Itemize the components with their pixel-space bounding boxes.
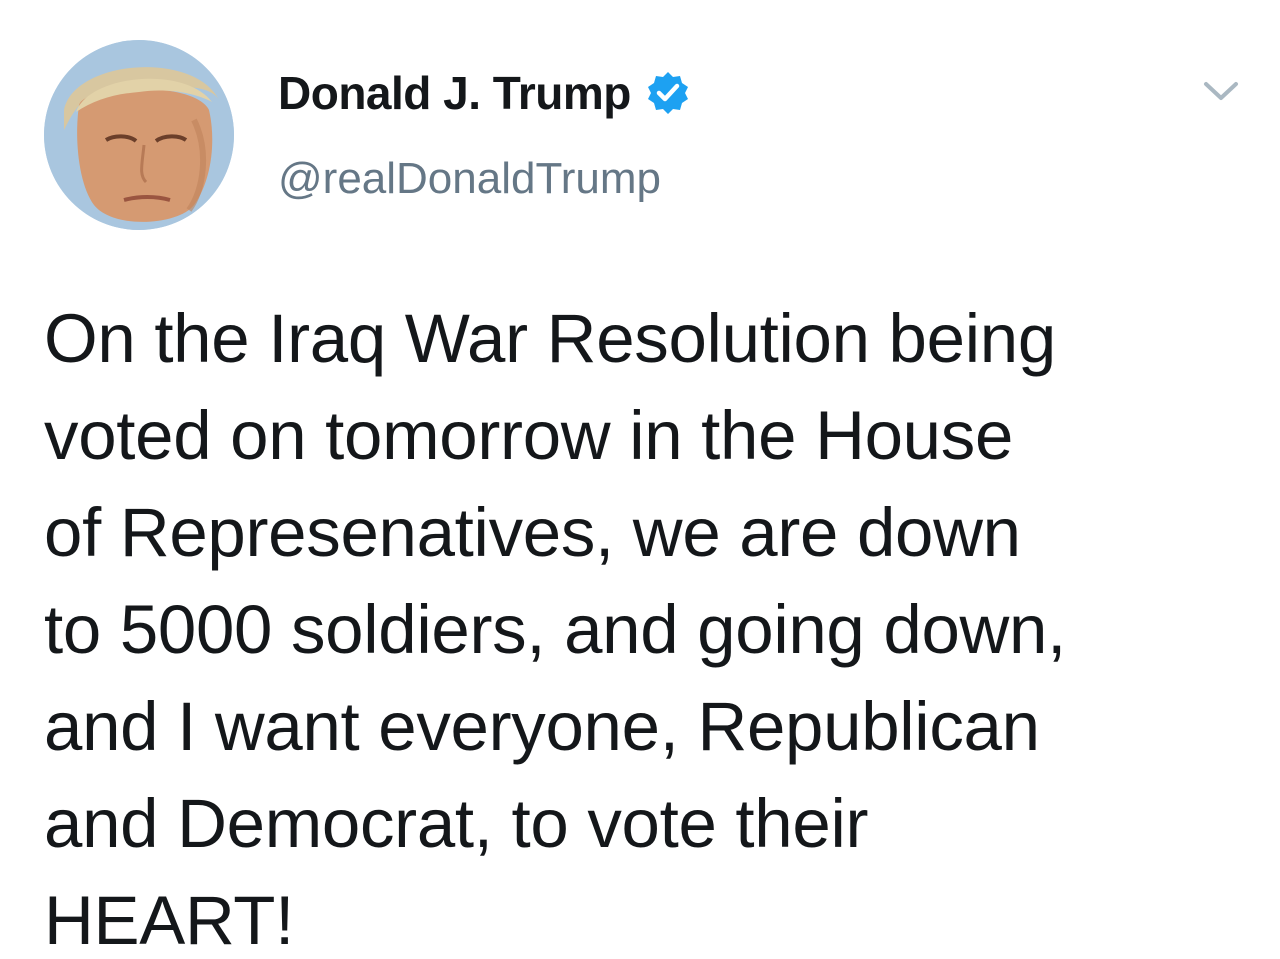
verified-badge-icon [645,70,691,116]
author-handle[interactable]: @realDonaldTrump [278,154,691,204]
tweet-text-line: HEART! [44,882,294,959]
chevron-down-icon[interactable] [1198,70,1244,110]
tweet-text-line: and I want everyone, Republican [44,688,1040,765]
tweet-text: On the Iraq War Resolution being voted o… [44,290,1244,959]
tweet-text-line: On the Iraq War Resolution being [44,300,1056,377]
tweet-text-line: voted on tomorrow in the House [44,397,1014,474]
tweet-text-line: of Represenatives, we are down [44,494,1021,571]
author-block: Donald J. Trump @realDonaldTrump [278,62,691,204]
name-row: Donald J. Trump [278,62,691,124]
avatar-image [44,40,234,230]
tweet-card: Donald J. Trump @realDonaldTrump On the … [0,0,1280,959]
tweet-text-line: and Democrat, to vote their [44,785,869,862]
author-avatar[interactable] [44,40,234,230]
tweet-text-line: to 5000 soldiers, and going down, [44,591,1067,668]
author-display-name[interactable]: Donald J. Trump [278,66,631,120]
